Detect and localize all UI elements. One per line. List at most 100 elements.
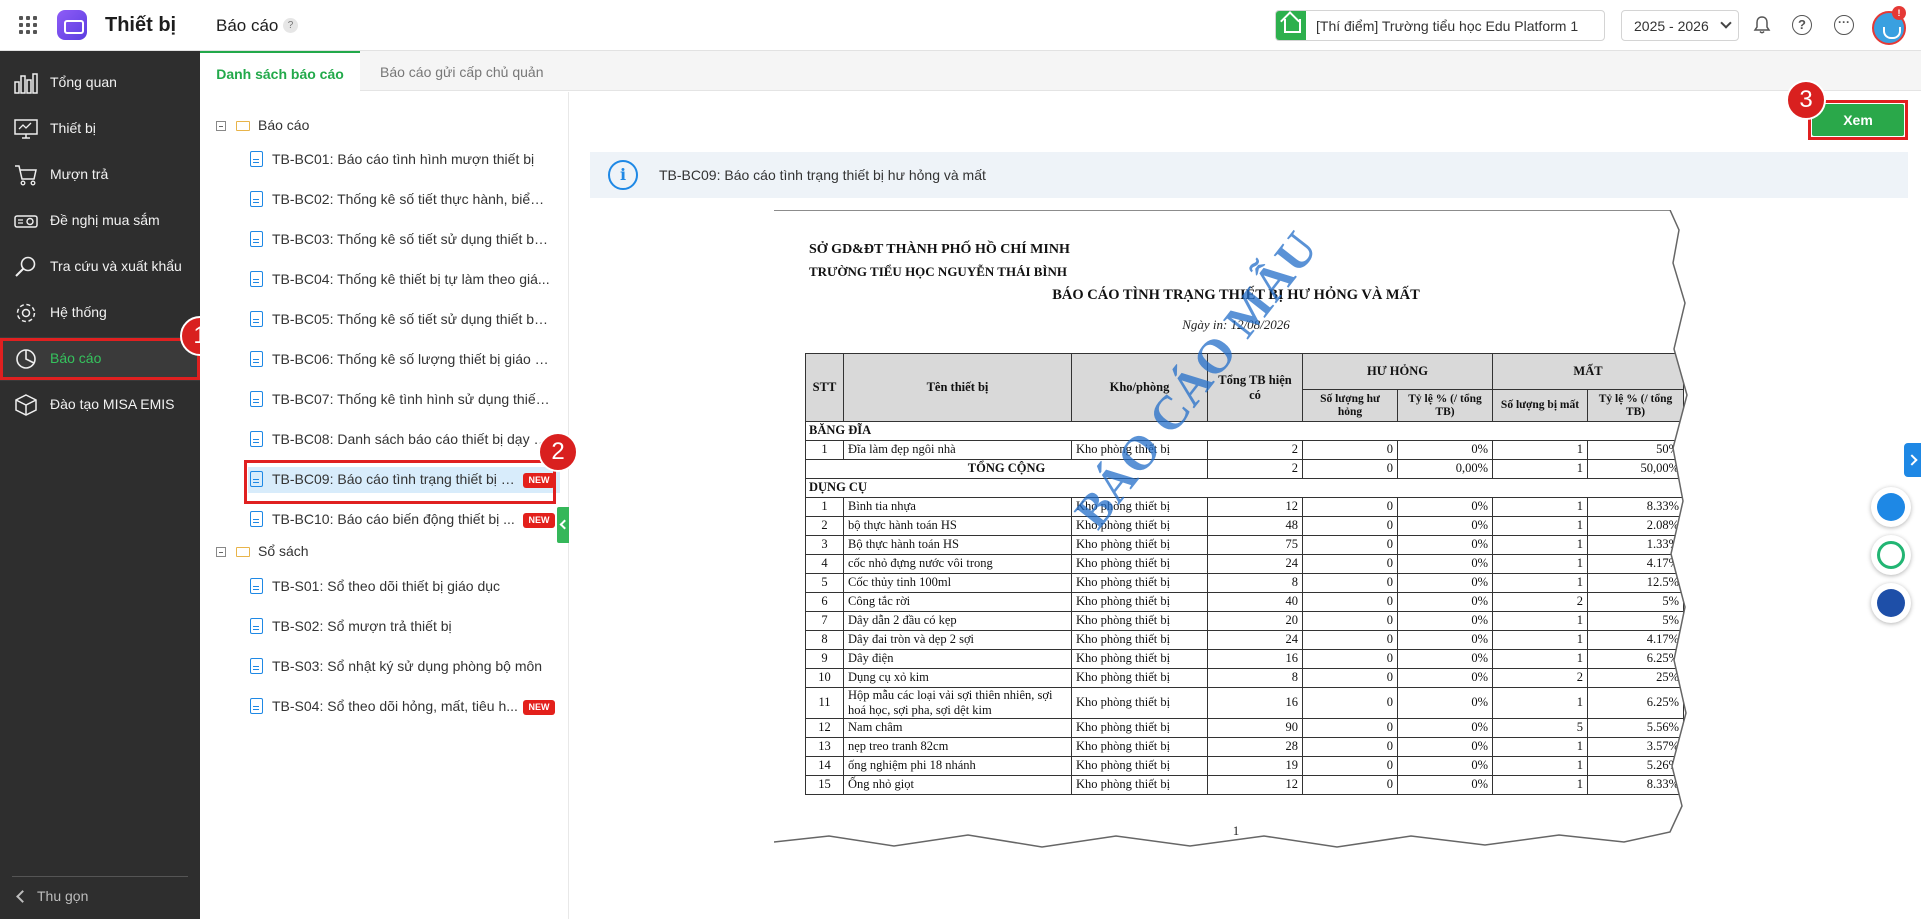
sidebar-item-label: Đào tạo MISA EMIS (50, 396, 175, 412)
document-icon (250, 311, 263, 327)
tree-item-label: TB-S02: Sổ mượn trả thiết bị (272, 618, 452, 634)
sidebar-item-label: Hệ thống (50, 304, 107, 320)
report-tree: Báo cáo TB-BC01: Báo cáo tình hình mượn … (200, 92, 569, 919)
chat-icon (1877, 541, 1905, 569)
bot-icon (1877, 589, 1905, 617)
bar-chart-icon (14, 73, 38, 94)
sidebar-item-purchase-request[interactable]: Đề nghị mua sắm (0, 199, 200, 243)
document-icon (250, 698, 263, 714)
tree-item-label: TB-BC02: Thống kê số tiết thực hành, biể… (272, 191, 550, 207)
sidebar-item-borrow[interactable]: Mượn trả (0, 153, 200, 197)
document-icon (250, 271, 263, 287)
tree-item-label: TB-BC08: Danh sách báo cáo thiết bị dạy … (272, 431, 550, 447)
app-logo (57, 10, 87, 40)
tree-item-tb-bc04[interactable]: TB-BC04: Thống kê thiết bị tự làm theo g… (248, 267, 560, 293)
step-3-badge: 3 (1786, 80, 1826, 120)
tab-report-list[interactable]: Danh sách báo cáo (200, 51, 360, 91)
chat-button[interactable] (1871, 535, 1911, 575)
collapse-label: Thu gọn (37, 888, 89, 904)
school-year-select[interactable]: 2025 - 2026 (1621, 10, 1739, 41)
gear-icon (16, 303, 36, 323)
tree-item-tb-s02[interactable]: TB-S02: Sổ mượn trả thiết bị (248, 614, 560, 640)
sidebar-item-training[interactable]: Đào tạo MISA EMIS (0, 383, 200, 427)
tree-item-tb-bc08[interactable]: TB-BC08: Danh sách báo cáo thiết bị dạy … (248, 427, 560, 453)
sidebar-item-system[interactable]: Hệ thống (0, 291, 200, 335)
document-icon (250, 351, 263, 367)
tree-folder-books[interactable]: Sổ sách (216, 543, 309, 559)
tree-item-label: TB-BC05: Thống kê số tiết sử dụng thiết … (272, 311, 550, 327)
folder-icon (236, 121, 250, 132)
tree-item-tb-s04[interactable]: TB-S04: Sổ theo dõi hỏng, mất, tiêu h...… (248, 694, 560, 720)
divider (12, 876, 188, 877)
feedback-button[interactable] (1871, 487, 1911, 527)
panel-splitter-handle[interactable] (557, 507, 569, 543)
tree-item-label: TB-S03: Sổ nhật ký sử dụng phòng bộ môn (272, 658, 543, 674)
projector-icon (14, 215, 38, 228)
sidebar-item-label: Mượn trả (50, 166, 109, 182)
chevron-left-icon (16, 890, 29, 903)
tree-item-label: TB-BC01: Báo cáo tình hình mượn thiết bị (272, 151, 535, 167)
tab-report-sent[interactable]: Báo cáo gửi cấp chủ quản (380, 51, 560, 91)
school-selector[interactable]: [Thí điểm] Trường tiểu học Edu Platform … (1275, 10, 1605, 41)
folder-label: Báo cáo (258, 117, 310, 133)
collapse-sidebar-button[interactable]: Thu gọn (16, 888, 89, 904)
selected-report-text: TB-BC09: Báo cáo tình trạng thiết bị hư … (659, 167, 986, 183)
step-2-badge: 2 (538, 432, 578, 472)
app-title: Thiết bị (105, 14, 177, 36)
tree-item-label: TB-S04: Sổ theo dõi hỏng, mất, tiêu h... (272, 698, 518, 714)
tree-item-label: TB-BC10: Báo cáo biến động thiết bị ... (272, 511, 515, 527)
chevron-down-icon (1720, 17, 1732, 29)
tree-folder-reports[interactable]: Báo cáo (216, 117, 309, 133)
top-bar: Thiết bị Báo cáo ? [Thí điểm] Trường tiể… (0, 0, 1921, 51)
collapse-icon[interactable] (216, 121, 226, 132)
more-icon[interactable]: ··· (1834, 15, 1854, 35)
document-icon (250, 511, 263, 527)
page-title: Báo cáo (216, 16, 279, 35)
sidebar-item-label: Tra cứu và xuất khẩu (50, 258, 182, 274)
sidebar-item-label: Đề nghị mua sắm (50, 212, 160, 228)
sidebar-item-label: Tổng quan (50, 74, 117, 90)
tree-item-tb-bc01[interactable]: TB-BC01: Báo cáo tình hình mượn thiết bị (248, 147, 560, 173)
document-icon (250, 658, 263, 674)
assistant-button[interactable] (1871, 583, 1911, 623)
sidebar-item-search-export[interactable]: Tra cứu và xuất khẩu (0, 245, 200, 289)
document-icon (250, 431, 263, 447)
pin-icon (1877, 493, 1905, 521)
tree-item-tb-bc10[interactable]: TB-BC10: Báo cáo biến động thiết bị ... … (248, 507, 560, 533)
info-bar: i TB-BC09: Báo cáo tình trạng thiết bị h… (590, 152, 1908, 198)
tree-item-label: TB-BC03: Thống kê số tiết sử dụng thiết … (272, 231, 550, 247)
tree-item-tb-bc06[interactable]: TB-BC06: Thống kê số lượng thiết bị giáo… (248, 347, 560, 373)
sidebar-item-devices[interactable]: Thiết bị (0, 107, 200, 151)
cart-icon (15, 165, 37, 186)
document-icon (250, 231, 263, 247)
step-2-highlight (244, 460, 556, 504)
tree-item-label: TB-BC07: Thống kê tình hình sử dụng thiế… (272, 391, 550, 407)
app-launcher-icon[interactable] (19, 16, 37, 34)
sidebar-item-label: Thiết bị (50, 120, 96, 136)
school-icon (1276, 11, 1306, 40)
tree-item-label: TB-BC04: Thống kê thiết bị tự làm theo g… (272, 271, 550, 287)
tree-item-tb-bc02[interactable]: TB-BC02: Thống kê số tiết thực hành, biể… (248, 187, 560, 213)
bell-icon[interactable] (1752, 15, 1772, 35)
tree-item-tb-s03[interactable]: TB-S03: Sổ nhật ký sử dụng phòng bộ môn (248, 654, 560, 680)
tree-item-tb-bc07[interactable]: TB-BC07: Thống kê tình hình sử dụng thiế… (248, 387, 560, 413)
sidebar-item-overview[interactable]: Tổng quan (0, 61, 200, 105)
tree-item-tb-bc03[interactable]: TB-BC03: Thống kê số tiết sử dụng thiết … (248, 227, 560, 253)
collapse-icon[interactable] (216, 547, 226, 558)
school-name: [Thí điểm] Trường tiểu học Edu Platform … (1316, 18, 1579, 34)
search-icon (15, 256, 36, 277)
help-icon[interactable]: ? (1792, 15, 1812, 35)
sidebar: Tổng quan Thiết bị Mượn trả Đề nghị mua … (0, 51, 200, 919)
tree-item-tb-s01[interactable]: TB-S01: Sổ theo dõi thiết bị giáo dục (248, 574, 560, 600)
page-help-icon[interactable]: ? (283, 18, 298, 33)
report-preview: SỞ GD&ĐT THÀNH PHỐ HỒ CHÍ MINH TRƯỜNG TI… (774, 210, 1698, 872)
new-badge: NEW (523, 513, 555, 528)
report-tabs: Danh sách báo cáo Báo cáo gửi cấp chủ qu… (200, 51, 1921, 91)
document-icon (250, 578, 263, 594)
right-panel-toggle[interactable] (1904, 443, 1921, 477)
monitor-icon (14, 119, 38, 139)
new-badge: NEW (523, 700, 555, 715)
tree-item-tb-bc05[interactable]: TB-BC05: Thống kê số tiết sử dụng thiết … (248, 307, 560, 333)
notification-badge: ! (1892, 6, 1906, 20)
school-year-value: 2025 - 2026 (1634, 18, 1709, 34)
